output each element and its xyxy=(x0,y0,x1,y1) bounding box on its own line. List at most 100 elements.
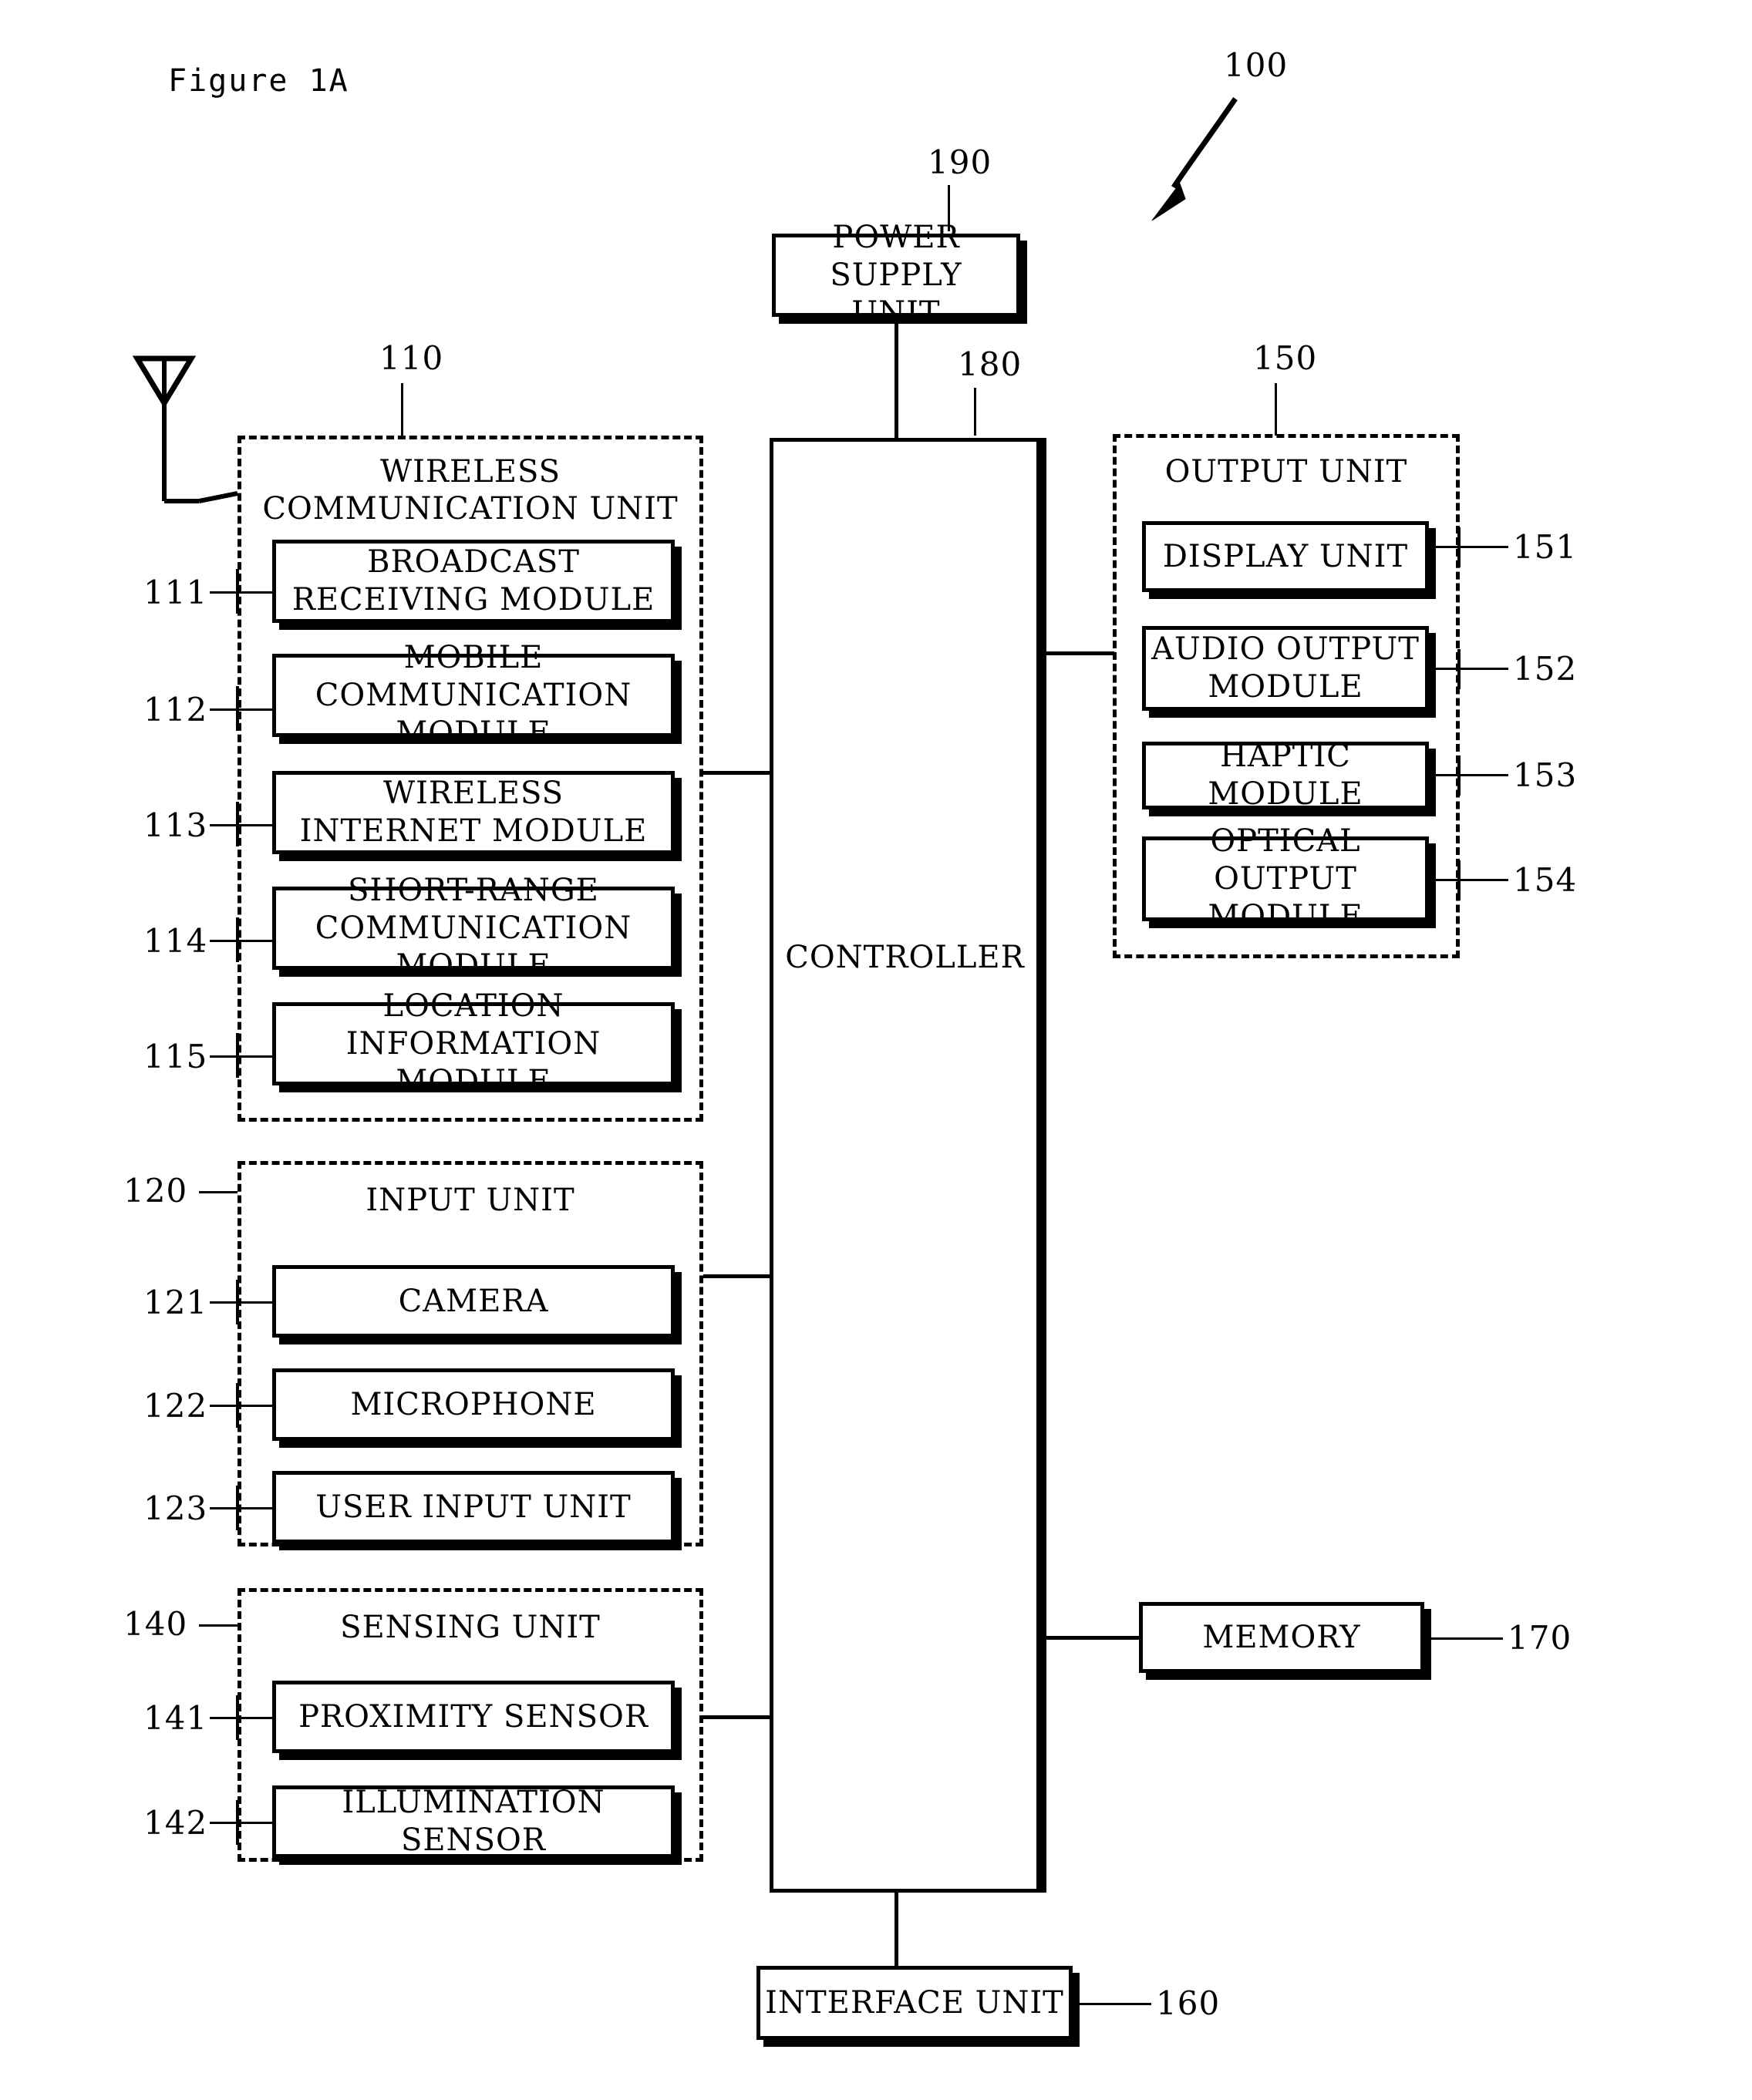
ref-115-leader xyxy=(210,1055,276,1058)
location-information-module-label: LOCATION INFORMATION MODULE xyxy=(345,988,601,1099)
ref-153-tick xyxy=(1457,756,1461,796)
antenna-icon xyxy=(132,355,238,503)
ref-120-leader xyxy=(199,1191,238,1193)
memory-box: MEMORY xyxy=(1139,1602,1424,1673)
ref-141-leader xyxy=(210,1717,276,1719)
optical-output-module-box: OPTICAL OUTPUT MODULE xyxy=(1142,823,1429,934)
ref-121-leader xyxy=(210,1301,276,1304)
ref-111-leader xyxy=(210,591,276,594)
audio-output-module-box: AUDIO OUTPUT MODULE xyxy=(1142,626,1429,711)
user-input-unit-label: USER INPUT UNIT xyxy=(315,1489,632,1525)
interface-unit-box: INTERFACE UNIT xyxy=(756,1966,1073,2040)
ref-121-label: 121 xyxy=(143,1284,208,1321)
patent-figure-canvas: Figure 1A 100 190 POWER SUPPLY UNIT 180 … xyxy=(0,0,1752,2100)
ref-114-label: 114 xyxy=(143,922,208,960)
ref-114-leader xyxy=(210,940,276,942)
output-unit-title: OUTPUT UNIT xyxy=(1164,454,1408,490)
ref-151-tick xyxy=(1457,527,1461,567)
device-ref-100: 100 xyxy=(1224,46,1289,84)
ref-123-tick xyxy=(236,1486,239,1530)
ref-110-label: 110 xyxy=(379,339,444,377)
ref-111-label: 111 xyxy=(143,574,208,611)
ref-140-label: 140 xyxy=(123,1605,188,1643)
illumination-sensor-box: ILLUMINATION SENSOR xyxy=(272,1785,675,1858)
ref-154-leader xyxy=(1436,879,1508,881)
ref-112-tick xyxy=(236,686,239,731)
ref-154-tick xyxy=(1457,860,1461,900)
ref-150-label: 150 xyxy=(1253,339,1318,377)
memory-label: MEMORY xyxy=(1202,1619,1361,1655)
ref-160-leader xyxy=(1079,2003,1151,2005)
proximity-sensor-box: PROXIMITY SENSOR xyxy=(272,1681,675,1753)
power-supply-unit-label: POWER SUPPLY UNIT xyxy=(830,219,962,331)
ref-142-tick xyxy=(236,1800,239,1845)
ref-112-label: 112 xyxy=(143,691,208,729)
ref-140-leader xyxy=(199,1624,238,1627)
ref-142-label: 142 xyxy=(143,1804,208,1842)
ref-151-label: 151 xyxy=(1513,528,1578,566)
ref-152-label: 152 xyxy=(1513,650,1578,688)
ref-190-label: 190 xyxy=(928,143,992,181)
haptic-module-label: HAPTIC MODULE xyxy=(1208,739,1363,812)
ref-111-tick xyxy=(236,569,239,614)
ref-180-label: 180 xyxy=(958,345,1023,383)
controller-label: CONTROLLER xyxy=(785,940,1025,975)
ref-115-tick xyxy=(236,1033,239,1078)
ref-113-leader xyxy=(210,824,276,826)
user-input-unit-box: USER INPUT UNIT xyxy=(272,1471,675,1543)
ref-120-label: 120 xyxy=(123,1172,188,1210)
controller-box: CONTROLLER xyxy=(770,438,1040,1893)
optical-output-module-label: OPTICAL OUTPUT MODULE xyxy=(1208,823,1363,934)
mobile-communication-module-label: MOBILE COMMUNICATION MODULE xyxy=(315,639,632,751)
ref-154-label: 154 xyxy=(1513,861,1578,899)
wireless-communication-unit-title: WIRELESS COMMUNICATION UNIT xyxy=(262,454,679,527)
camera-box: CAMERA xyxy=(272,1265,675,1338)
ref-153-label: 153 xyxy=(1513,756,1578,794)
power-to-controller-link xyxy=(895,317,898,440)
ref-170-label: 170 xyxy=(1508,1619,1572,1657)
controller-to-memory-link xyxy=(1040,1636,1142,1640)
power-supply-unit-box: POWER SUPPLY UNIT xyxy=(772,220,1020,331)
device-ref-arrow xyxy=(1151,97,1238,221)
controller-to-output-link xyxy=(1040,651,1114,655)
wireless-internet-module-label: WIRELESS INTERNET MODULE xyxy=(299,776,648,849)
ref-152-leader xyxy=(1436,668,1508,670)
ref-121-tick xyxy=(236,1280,239,1324)
wireless-internet-module-box: WIRELESS INTERNET MODULE xyxy=(272,771,675,854)
sensing-to-controller-link xyxy=(703,1715,772,1719)
input-to-controller-link xyxy=(703,1274,772,1278)
wireless-to-controller-link xyxy=(703,771,772,775)
controller-to-interface-link xyxy=(895,1890,898,1967)
ref-112-leader xyxy=(210,708,276,711)
sensing-unit-title: SENSING UNIT xyxy=(340,1610,601,1645)
camera-label: CAMERA xyxy=(398,1283,549,1319)
ref-122-label: 122 xyxy=(143,1387,208,1425)
ref-142-leader xyxy=(210,1822,276,1824)
broadcast-receiving-module-box: BROADCAST RECEIVING MODULE xyxy=(272,540,675,623)
ref-141-tick xyxy=(236,1695,239,1740)
ref-153-leader xyxy=(1436,774,1508,776)
ref-114-tick xyxy=(236,917,239,962)
ref-151-leader xyxy=(1436,546,1508,548)
proximity-sensor-label: PROXIMITY SENSOR xyxy=(298,1698,649,1735)
microphone-box: MICROPHONE xyxy=(272,1368,675,1441)
illumination-sensor-label: ILLUMINATION SENSOR xyxy=(342,1785,605,1858)
ref-152-tick xyxy=(1457,649,1461,689)
microphone-label: MICROPHONE xyxy=(350,1386,597,1422)
ref-113-tick xyxy=(236,802,239,846)
mobile-communication-module-box: MOBILE COMMUNICATION MODULE xyxy=(272,640,675,751)
ref-141-label: 141 xyxy=(143,1699,208,1737)
ref-123-leader xyxy=(210,1507,276,1509)
location-information-module-box: LOCATION INFORMATION MODULE xyxy=(272,988,675,1099)
ref-122-tick xyxy=(236,1383,239,1428)
ref-113-label: 113 xyxy=(143,806,208,844)
input-unit-title: INPUT UNIT xyxy=(366,1183,575,1218)
audio-output-module-label: AUDIO OUTPUT MODULE xyxy=(1151,631,1420,705)
short-range-communication-module-box: SHORT-RANGE COMMUNICATION MODULE xyxy=(272,873,675,984)
interface-unit-label: INTERFACE UNIT xyxy=(765,1984,1064,2021)
broadcast-receiving-module-label: BROADCAST RECEIVING MODULE xyxy=(291,544,655,618)
ref-160-label: 160 xyxy=(1156,1984,1221,2022)
ref-110-leader xyxy=(401,383,403,436)
haptic-module-box: HAPTIC MODULE xyxy=(1142,739,1429,812)
ref-180-leader xyxy=(974,388,976,436)
